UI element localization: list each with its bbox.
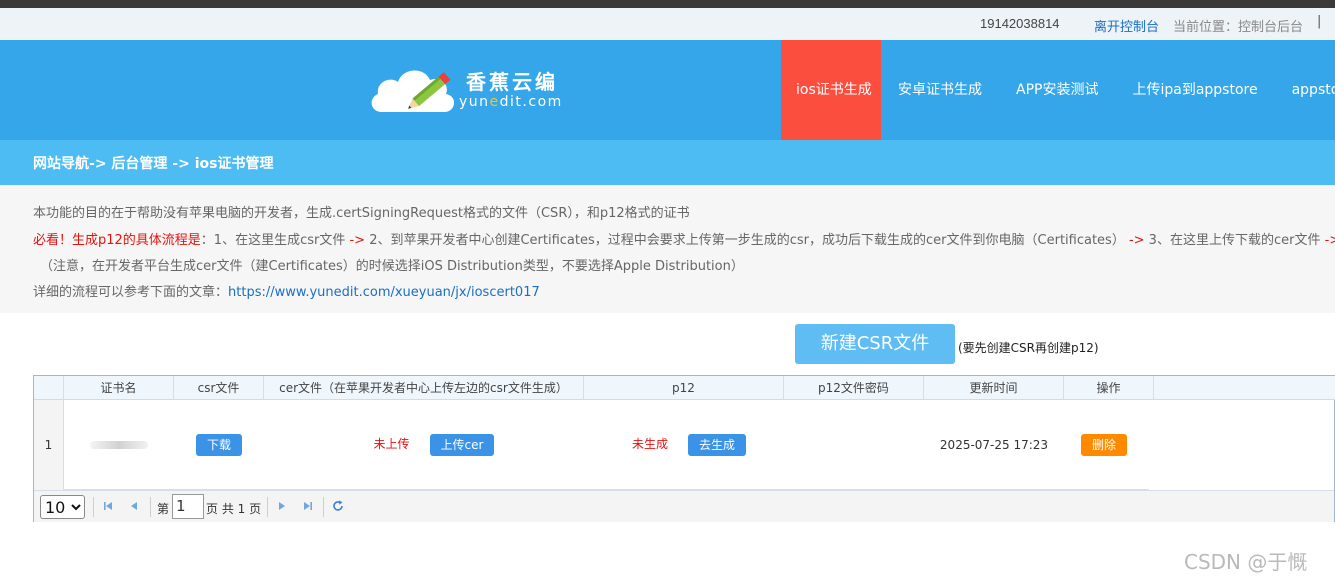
nav-upload-ipa[interactable]: 上传ipa到appstore: [1115, 40, 1274, 140]
header-cert-name: 证书名: [64, 376, 174, 400]
actions-cell: 删除: [1064, 400, 1144, 490]
updated-time-cell: 2025-07-25 17:23: [939, 438, 1049, 452]
pagination-bar: 10 第 1 页 共 1 页: [34, 490, 1334, 522]
breadcrumb-site-nav[interactable]: 网站导航-: [33, 156, 95, 172]
delete-button[interactable]: 删除: [1080, 434, 1127, 456]
nav-android-cert[interactable]: 安卓证书生成: [881, 40, 999, 140]
p12-status: 未生成: [631, 436, 668, 451]
cert-name-redacted: [90, 441, 148, 449]
next-page-icon[interactable]: [275, 499, 289, 513]
row-number: 1: [34, 400, 64, 490]
site-logo[interactable]: 香蕉云编 yunedit.com: [368, 60, 568, 122]
download-csr-button[interactable]: 下载: [195, 434, 242, 456]
logout-link[interactable]: 离开控制台: [1094, 16, 1159, 35]
page-total-label: 页 共 1 页: [206, 502, 262, 516]
site-header: 香蕉云编 yunedit.com ios证书生成 安卓证书生成 APP安装测试 …: [0, 40, 1335, 140]
prev-page-icon[interactable]: [127, 499, 141, 513]
table-header: 证书名 csr文件 cer文件（在苹果开发者中心上传左边的csr文件生成） p1…: [34, 376, 1335, 400]
instruction-reference: 详细的流程可以参考下面的文章：https://www.yunedit.com/x…: [33, 285, 540, 300]
cert-table: 证书名 csr文件 cer文件（在苹果开发者中心上传左边的csr文件生成） p1…: [33, 375, 1335, 522]
cloud-pencil-icon: [371, 70, 455, 112]
brand-name-cn: 香蕉云编: [466, 70, 558, 94]
header-cer-file: cer文件（在苹果开发者中心上传左边的csr文件生成）: [264, 376, 584, 400]
refresh-icon[interactable]: [331, 499, 345, 513]
nav-app-install-test[interactable]: APP安装测试: [999, 40, 1115, 140]
breadcrumb-admin[interactable]: 后台管理: [111, 156, 167, 172]
page-size-select[interactable]: 10: [40, 495, 85, 519]
last-page-icon[interactable]: [301, 499, 315, 513]
instruction-note: （注意，在开发者平台生成cer文件（建Certificates）的时候选择iOS…: [40, 259, 744, 274]
cert-name-cell: [64, 400, 174, 490]
p12-cell: 未生成 去生成: [584, 400, 784, 490]
current-location: 当前位置：控制台后台: [1173, 20, 1304, 35]
first-page-icon[interactable]: [101, 499, 115, 513]
nav-ios-cert[interactable]: ios证书生成: [781, 40, 881, 140]
header-rownum: [34, 376, 64, 400]
new-csr-note: (要先创建CSR再创建p12): [958, 341, 1099, 355]
breadcrumb-current: ios证书管理: [194, 156, 274, 172]
cer-file-cell: 未上传 上传cer: [264, 400, 584, 490]
p12-password-cell: [784, 400, 924, 490]
separator: |: [1317, 14, 1322, 29]
header-p12-password: p12文件密码: [784, 376, 924, 400]
cer-status: 未上传: [373, 436, 410, 451]
brand-name-en: yunedit.com: [459, 94, 563, 110]
nav-appstore[interactable]: appstore上: [1275, 40, 1335, 140]
csr-file-cell: 下载: [174, 400, 264, 490]
instruction-purpose: 本功能的目的在于帮助没有苹果电脑的开发者，生成.certSigningReque…: [33, 206, 690, 221]
reference-link[interactable]: https://www.yunedit.com/xueyuan/jx/iosce…: [228, 285, 540, 300]
watermark: CSDN @于慨: [1184, 550, 1308, 574]
user-phone: 19142038814: [980, 16, 1060, 31]
upload-cer-button[interactable]: 上传cer: [429, 434, 495, 456]
page-number-input[interactable]: 1: [172, 494, 204, 519]
header-updated: 更新时间: [924, 376, 1064, 400]
breadcrumb: 网站导航-> 后台管理 -> ios证书管理: [0, 140, 1335, 185]
header-actions: 操作: [1064, 376, 1154, 400]
window-top-strip: [0, 0, 1335, 8]
instruction-steps: 必看！生成p12的具体流程是：1、在这里生成csr文件 -> 2、到苹果开发者中…: [33, 233, 1335, 248]
generate-p12-button[interactable]: 去生成: [688, 434, 747, 456]
new-csr-button[interactable]: 新建CSR文件: [795, 324, 955, 364]
main-nav: ios证书生成 安卓证书生成 APP安装测试 上传ipa到appstore ap…: [781, 40, 1335, 140]
header-p12: p12: [584, 376, 784, 400]
top-bar: 19142038814 离开控制台 当前位置：控制台后台 |: [0, 8, 1335, 40]
instructions-panel: 本功能的目的在于帮助没有苹果电脑的开发者，生成.certSigningReque…: [0, 185, 1335, 313]
page-label: 第: [157, 502, 170, 516]
header-csr-file: csr文件: [174, 376, 264, 400]
